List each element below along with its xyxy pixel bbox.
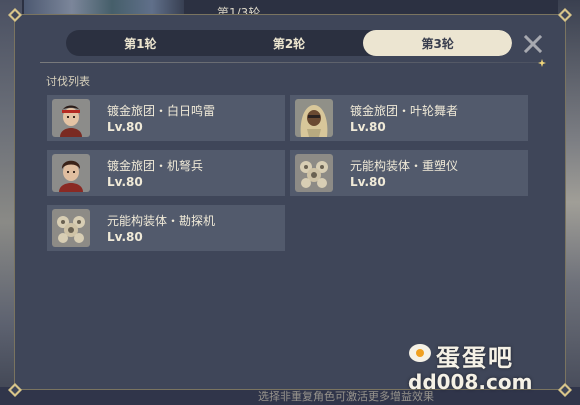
- section-title: 讨伐列表: [46, 75, 90, 88]
- enemy-level: Lv.80: [107, 175, 143, 189]
- corner-ornament-icon: [8, 8, 22, 22]
- crossbowman-icon: [52, 154, 90, 192]
- construct-icon: [52, 209, 90, 247]
- corner-ornament-icon: [558, 8, 572, 22]
- enemy-name: 元能构装体・重塑仪: [350, 159, 459, 173]
- enemy-level: Lv.80: [107, 120, 143, 134]
- enemy-level: Lv.80: [350, 175, 386, 189]
- enemy-card[interactable]: 镀金旅团・白日鸣雷 Lv.80: [47, 95, 285, 141]
- watermark-logo-text: 蛋蛋吧: [436, 344, 514, 372]
- enemy-card[interactable]: 元能构装体・重塑仪 Lv.80: [290, 150, 528, 196]
- watermark-url: dd008.com: [408, 370, 533, 394]
- enemy-name: 元能构装体・勘探机: [107, 214, 216, 228]
- blonde-dancer-icon: [295, 99, 333, 137]
- round-tab-bar: 第1轮 第2轮 第3轮: [66, 30, 512, 56]
- enemy-card[interactable]: 镀金旅团・机弩兵 Lv.80: [47, 150, 285, 196]
- enemy-name: 镀金旅团・叶轮舞者: [350, 104, 459, 118]
- enemy-name: 镀金旅团・机弩兵: [107, 159, 204, 173]
- enemy-list-panel: [14, 14, 566, 390]
- divider: [40, 62, 540, 63]
- corner-ornament-icon: [8, 383, 22, 397]
- enemy-card[interactable]: 元能构装体・勘探机 Lv.80: [47, 205, 285, 251]
- tab-round-2[interactable]: 第2轮: [215, 30, 364, 56]
- construct-icon: [295, 154, 333, 192]
- tab-round-1[interactable]: 第1轮: [66, 30, 215, 56]
- enemy-card[interactable]: 镀金旅团・叶轮舞者 Lv.80: [290, 95, 528, 141]
- enemy-level: Lv.80: [107, 230, 143, 244]
- tab-round-3[interactable]: 第3轮: [363, 30, 512, 56]
- star-icon: [538, 52, 546, 67]
- egg-logo-icon: [408, 341, 432, 363]
- enemy-level: Lv.80: [350, 120, 386, 134]
- enemy-name: 镀金旅团・白日鸣雷: [107, 104, 216, 118]
- corner-ornament-icon: [558, 383, 572, 397]
- warrior-red-headband-icon: [52, 99, 90, 137]
